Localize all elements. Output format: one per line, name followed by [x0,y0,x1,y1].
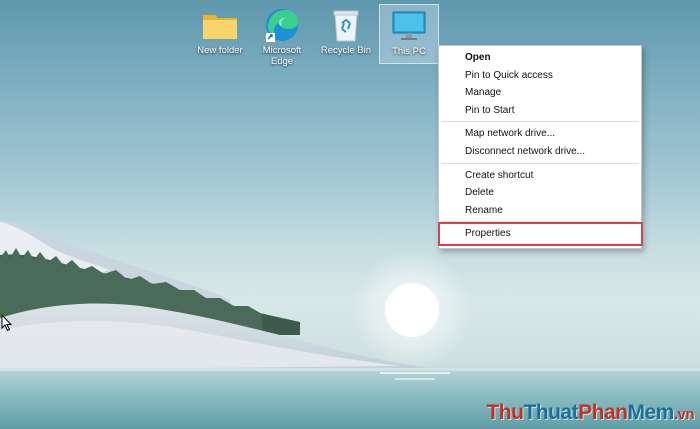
desktop-icon-new-folder[interactable]: New folder [190,4,250,64]
watermark-text: Thu [486,401,524,424]
recycle-bin-icon [328,8,364,42]
menu-item-open[interactable]: Open [439,49,641,67]
menu-item-rename[interactable]: Rename [439,202,641,220]
menu-item-create-shortcut[interactable]: Create shortcut [439,167,641,185]
edge-icon [264,8,300,42]
watermark: ThuThuatPhanMem.vn [486,401,694,425]
desktop-icon-edge[interactable]: Microsoft Edge [252,4,312,67]
desktop-icon-label: Microsoft Edge [262,45,302,67]
mouse-cursor-icon [1,314,13,332]
menu-separator [441,221,639,223]
watermark-text: Mem [627,401,674,424]
desktop-icon-recycle-bin[interactable]: Recycle Bin [316,4,376,64]
menu-separator [441,162,639,164]
menu-item-delete[interactable]: Delete [439,184,641,202]
menu-item-disconnect-network-drive[interactable]: Disconnect network drive... [439,143,641,161]
menu-item-manage[interactable]: Manage [439,84,641,102]
context-menu: Open Pin to Quick access Manage Pin to Star… [438,45,643,249]
menu-item-pin-to-quick-access[interactable]: Pin to Quick access [439,67,641,85]
folder-icon [202,8,238,42]
desktop-icon-label: New folder [197,45,243,56]
desktop-background[interactable]: New folder Microsoft Edge Recycle Bin Th… [0,0,700,429]
watermark-text: Phan [578,401,628,424]
watermark-text: Thuat [523,401,579,424]
menu-item-pin-to-start[interactable]: Pin to Start [439,102,641,120]
menu-separator [441,121,639,123]
desktop-icon-label: Recycle Bin [320,45,372,56]
watermark-text: .vn [673,406,695,423]
menu-item-map-network-drive[interactable]: Map network drive... [439,125,641,143]
monitor-icon [391,9,427,43]
menu-item-properties[interactable]: Properties [438,222,643,246]
desktop-icon-this-pc[interactable]: This PC [379,4,439,64]
desktop-icon-label: This PC [392,46,426,57]
